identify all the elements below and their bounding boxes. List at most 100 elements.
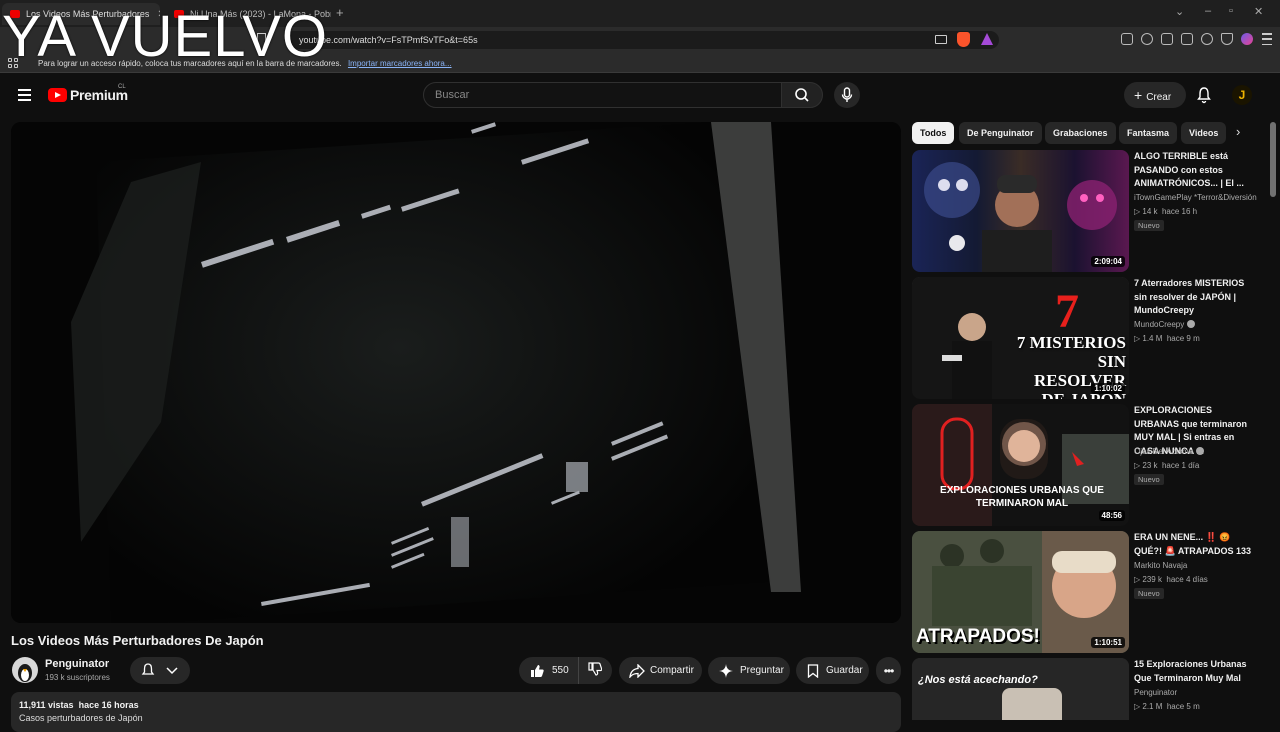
ask-label: Preguntar xyxy=(740,665,784,676)
recommendation-age: hace 4 días xyxy=(1166,575,1208,584)
recommendation-title[interactable]: ERA UN NENE... ‼️ 😡 QUÉ?! 🚨 ATRAPADOS 13… xyxy=(1134,531,1258,558)
media-icon[interactable] xyxy=(1141,33,1153,45)
youtube-logo[interactable]: Premium CL xyxy=(48,84,128,103)
recommendation-views: 14 k xyxy=(1142,207,1158,216)
maximize-icon[interactable]: ▫ xyxy=(1229,5,1233,17)
chip-todos[interactable]: Todos xyxy=(912,122,955,144)
close-window-icon[interactable]: ✕ xyxy=(1254,5,1263,18)
channel-avatar[interactable] xyxy=(12,657,38,683)
menu-icon[interactable] xyxy=(1262,33,1272,45)
sidebar-scrollbar[interactable] xyxy=(1270,122,1276,197)
chips-next-icon[interactable]: › xyxy=(1236,124,1240,139)
thumbnail-text: ATRAPADOS! xyxy=(916,626,1040,647)
recommendation-title[interactable]: 15 Exploraciones Urbanas Que Terminaron … xyxy=(1134,658,1258,685)
leo-ai-icon[interactable] xyxy=(1201,33,1213,45)
verified-icon xyxy=(1196,447,1205,455)
video-player[interactable] xyxy=(11,122,901,623)
recommendation-age: hace 5 m xyxy=(1166,702,1200,711)
guide-menu-icon[interactable] xyxy=(18,89,31,101)
recommendation-views: 2.1 M xyxy=(1142,702,1163,711)
penguin-icon xyxy=(18,664,32,682)
brave-shield-icon[interactable] xyxy=(957,32,970,47)
vpn-icon[interactable] xyxy=(1221,33,1233,45)
thumbnail-art xyxy=(924,162,1117,272)
chip-videos[interactable]: Videos xyxy=(1181,122,1227,144)
new-badge: Nuevo xyxy=(1134,474,1164,485)
import-bookmarks-link[interactable]: Importar marcadores ahora... xyxy=(348,59,452,68)
video-thumbnail[interactable]: ¿Nos está acechando? xyxy=(912,658,1129,720)
new-tab-button[interactable]: + xyxy=(336,5,344,20)
recommendation-item[interactable]: 2:09:04 ALGO TERRIBLE está PASANDO con e… xyxy=(912,150,1257,272)
recommendation-age: hace 16 h xyxy=(1161,207,1198,216)
youtube-masthead: Premium CL Buscar + Crear J xyxy=(0,74,1280,118)
save-label: Guardar xyxy=(826,665,863,676)
logo-region: CL xyxy=(118,84,126,90)
voice-search-button[interactable] xyxy=(834,82,860,108)
bell-icon xyxy=(1197,87,1211,104)
tab-search-icon[interactable]: ⌄ xyxy=(1175,5,1184,18)
wallet-icon[interactable] xyxy=(1181,33,1193,45)
dislike-button[interactable] xyxy=(579,662,603,679)
thumbnail-art xyxy=(912,658,1129,720)
thumb-number: 7 xyxy=(1055,285,1079,338)
subscription-bell-button[interactable] xyxy=(130,657,190,684)
account-avatar[interactable]: J xyxy=(1232,85,1252,105)
recommendation-title[interactable]: 7 Aterradores MISTERIOS sin resolver de … xyxy=(1134,277,1258,318)
cast-icon[interactable] xyxy=(935,35,947,44)
bell-dropdown-icon xyxy=(141,663,178,675)
search-input[interactable]: Buscar xyxy=(423,82,782,108)
chip-de-penguinator[interactable]: De Penguinator xyxy=(959,122,1042,144)
notifications-button[interactable] xyxy=(1196,86,1212,109)
share-label: Compartir xyxy=(650,665,694,676)
extensions-icon[interactable] xyxy=(1121,33,1133,45)
profile-icon[interactable] xyxy=(1241,33,1253,45)
sparkle-icon xyxy=(719,663,733,678)
video-thumbnail[interactable]: EXPLORACIONES URBANAS QUE TERMINARON MAL… xyxy=(912,404,1129,526)
search-button[interactable] xyxy=(781,82,823,108)
minimize-icon[interactable]: – xyxy=(1205,5,1211,17)
like-button[interactable]: 550 xyxy=(519,657,579,684)
youtube-play-icon xyxy=(48,88,67,102)
ask-button[interactable]: Preguntar xyxy=(708,657,790,684)
recommendation-age: hace 1 día xyxy=(1161,461,1200,470)
create-button[interactable]: + Crear xyxy=(1124,82,1186,108)
search-icon xyxy=(795,88,809,102)
new-badge: Nuevo xyxy=(1134,220,1164,231)
video-thumbnail[interactable]: 2:09:04 xyxy=(912,150,1129,272)
recommendation-item[interactable]: ¿Nos está acechando? 15 Exploraciones Ur… xyxy=(912,658,1252,720)
thumbs-up-icon xyxy=(531,664,544,677)
recommendation-channel[interactable]: Ojos Del Abismo xyxy=(1134,447,1193,456)
description-box[interactable]: 11,911 vistas hace 16 horas Casos pertur… xyxy=(11,692,901,732)
recommendation-channel[interactable]: Markito Navaja xyxy=(1134,561,1258,570)
recommendation-views: 1.4 M xyxy=(1142,334,1163,343)
thumbnail-text: ¿Nos está acechando? xyxy=(918,674,1038,686)
url-field[interactable]: youtube.com/watch?v=FsTPmfSvTFo&t=65s xyxy=(285,31,999,49)
recommendation-title[interactable]: ALGO TERRIBLE está PASANDO con estos ANI… xyxy=(1134,150,1258,191)
recommendation-item[interactable]: 7 7 MISTERIOS SIN RESOLVER DE JAPON 1:10… xyxy=(912,277,1252,399)
plus-icon: + xyxy=(1134,87,1143,103)
overlay-caption: YA VUELVO xyxy=(2,4,328,69)
recommendation-item[interactable]: ATRAPADOS! 1:10:51 ERA UN NENE... ‼️ 😡 Q… xyxy=(912,531,1252,653)
recommendation-channel[interactable]: iTownGamePlay *Terror&Diversión xyxy=(1134,193,1258,202)
chip-grabaciones[interactable]: Grabaciones xyxy=(1045,122,1116,144)
rewards-icon[interactable] xyxy=(980,32,994,46)
recommendation-channel[interactable]: MundoCreepy xyxy=(1134,320,1184,329)
channel-name[interactable]: Penguinator xyxy=(45,658,109,670)
duration-badge: 1:10:02 xyxy=(1091,383,1125,394)
thumbs-down-icon xyxy=(588,662,603,676)
recommendation-age: hace 9 m xyxy=(1166,334,1200,343)
more-actions-button[interactable]: ••• xyxy=(876,657,901,684)
video-thumbnail[interactable]: ATRAPADOS! 1:10:51 xyxy=(912,531,1129,653)
duration-badge: 1:10:51 xyxy=(1091,637,1125,648)
video-frame xyxy=(11,122,901,623)
recommendation-item[interactable]: EXPLORACIONES URBANAS QUE TERMINARON MAL… xyxy=(912,404,1252,526)
share-button[interactable]: Compartir xyxy=(619,657,702,684)
description-text: Casos perturbadores de Japón xyxy=(19,713,143,723)
recommendation-channel[interactable]: Penguinator xyxy=(1134,688,1258,697)
like-dislike-group: 550 xyxy=(519,657,612,684)
chip-fantasma[interactable]: Fantasma xyxy=(1119,122,1178,144)
save-button[interactable]: Guardar xyxy=(796,657,869,684)
related-chips: Todos De Penguinator Grabaciones Fantasm… xyxy=(912,122,1257,144)
video-thumbnail[interactable]: 7 7 MISTERIOS SIN RESOLVER DE JAPON 1:10… xyxy=(912,277,1129,399)
reading-list-icon[interactable] xyxy=(1161,33,1173,45)
